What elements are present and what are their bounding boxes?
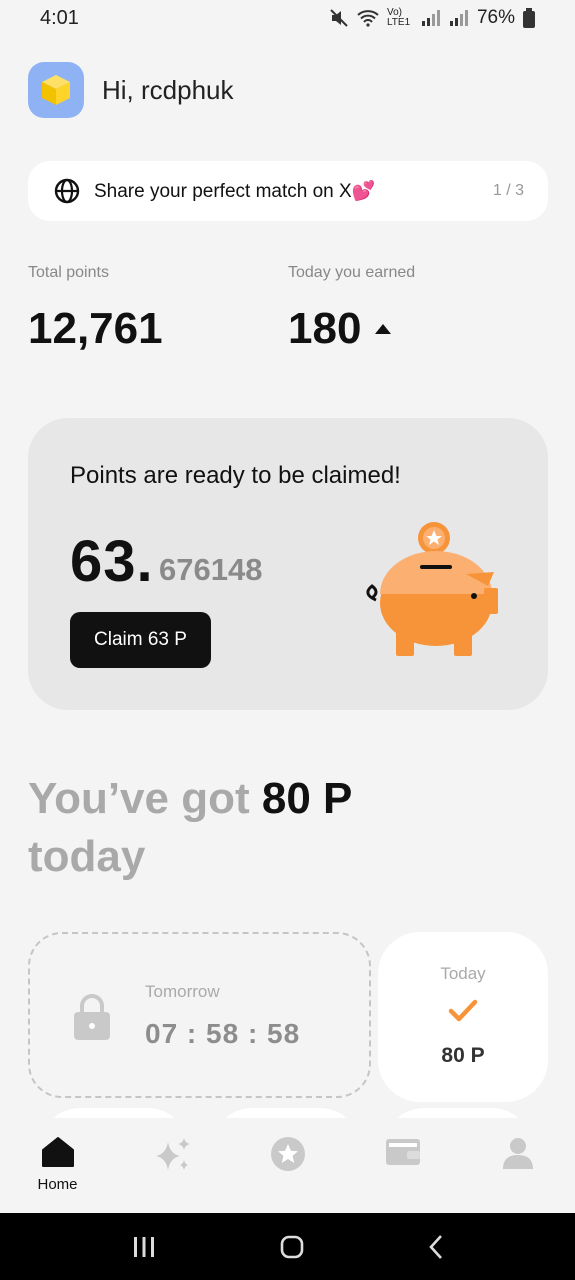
today-points: 80 P xyxy=(441,1044,485,1067)
status-time: 4:01 xyxy=(40,6,79,29)
claim-button[interactable]: Claim 63 P xyxy=(70,612,211,668)
daily-suffix: today xyxy=(28,832,146,881)
arrow-up-icon xyxy=(375,324,392,334)
total-points-label: Total points xyxy=(28,264,109,281)
today-label: Today xyxy=(440,964,486,983)
claim-card: Points are ready to be claimed! 63. 6761… xyxy=(28,418,548,710)
total-points: Total points 12,761 xyxy=(28,264,288,354)
bottom-nav: Home xyxy=(0,1118,575,1213)
signal-icon xyxy=(421,10,440,26)
battery-icon xyxy=(523,8,535,28)
header: Hi, rcdphuk xyxy=(28,62,234,118)
daily-prefix: You’ve got xyxy=(28,774,250,823)
avatar[interactable] xyxy=(28,62,84,118)
today-earned-label: Today you earned xyxy=(288,264,416,281)
back-icon[interactable] xyxy=(428,1234,444,1260)
claim-amount-decimal: 676148 xyxy=(159,552,263,587)
banner-text: Share your perfect match on X💕 xyxy=(94,181,376,202)
profile-icon xyxy=(502,1138,533,1169)
nav-home-label: Home xyxy=(37,1176,78,1193)
wallet-icon xyxy=(385,1139,420,1165)
status-bar: 4:01 Vo) LTE1 76% xyxy=(0,0,575,36)
banner-pagination: 1 / 3 xyxy=(492,182,524,199)
nav-rewards[interactable] xyxy=(248,1136,328,1172)
claim-amount-integer: 63. xyxy=(70,529,154,594)
home-button-icon[interactable] xyxy=(279,1234,305,1260)
status-icons: Vo) LTE1 76% xyxy=(329,7,535,29)
today-reward-card: Today 80 P xyxy=(378,932,548,1102)
recent-apps-icon[interactable] xyxy=(132,1236,156,1258)
star-circle-icon xyxy=(270,1137,305,1171)
daily-summary: You’ve got 80 P today xyxy=(28,770,548,886)
network-label: Vo) LTE1 xyxy=(386,7,411,28)
promo-banner[interactable]: Share your perfect match on X💕 1 / 3 xyxy=(28,161,548,221)
nav-discover[interactable] xyxy=(133,1136,213,1172)
system-nav-bar xyxy=(0,1213,575,1280)
greeting: Hi, rcdphuk xyxy=(102,74,234,105)
checkmark-icon xyxy=(448,999,478,1022)
total-points-number: 12,761 xyxy=(28,304,163,353)
tomorrow-label: Tomorrow xyxy=(145,982,220,1001)
countdown-timer: 07 : 58 : 58 xyxy=(145,1018,301,1049)
wifi-icon xyxy=(357,10,379,27)
globe-icon xyxy=(54,178,80,204)
today-earned-number: 180 xyxy=(288,304,362,353)
nav-profile[interactable] xyxy=(478,1136,558,1170)
tomorrow-reward-card: Tomorrow 07 : 58 : 58 xyxy=(28,932,371,1098)
nav-wallet[interactable] xyxy=(363,1136,443,1166)
sparkles-icon xyxy=(155,1138,190,1170)
signal-icon-2 xyxy=(449,10,468,26)
piggy-bank-icon xyxy=(366,522,498,656)
daily-points: 80 P xyxy=(261,774,353,823)
today-earned-value: 180 xyxy=(288,304,548,354)
mute-icon xyxy=(330,9,348,27)
points-stats: Total points 12,761 Today you earned 180 xyxy=(28,264,548,354)
battery-level: 76% xyxy=(476,7,515,28)
today-earned: Today you earned 180 xyxy=(288,264,548,354)
home-icon xyxy=(41,1137,74,1167)
total-points-value: 12,761 xyxy=(28,304,288,354)
claim-title: Points are ready to be claimed! xyxy=(70,462,401,489)
lock-icon xyxy=(74,994,110,1040)
cube-icon xyxy=(42,75,70,105)
nav-home[interactable]: Home xyxy=(18,1136,98,1193)
